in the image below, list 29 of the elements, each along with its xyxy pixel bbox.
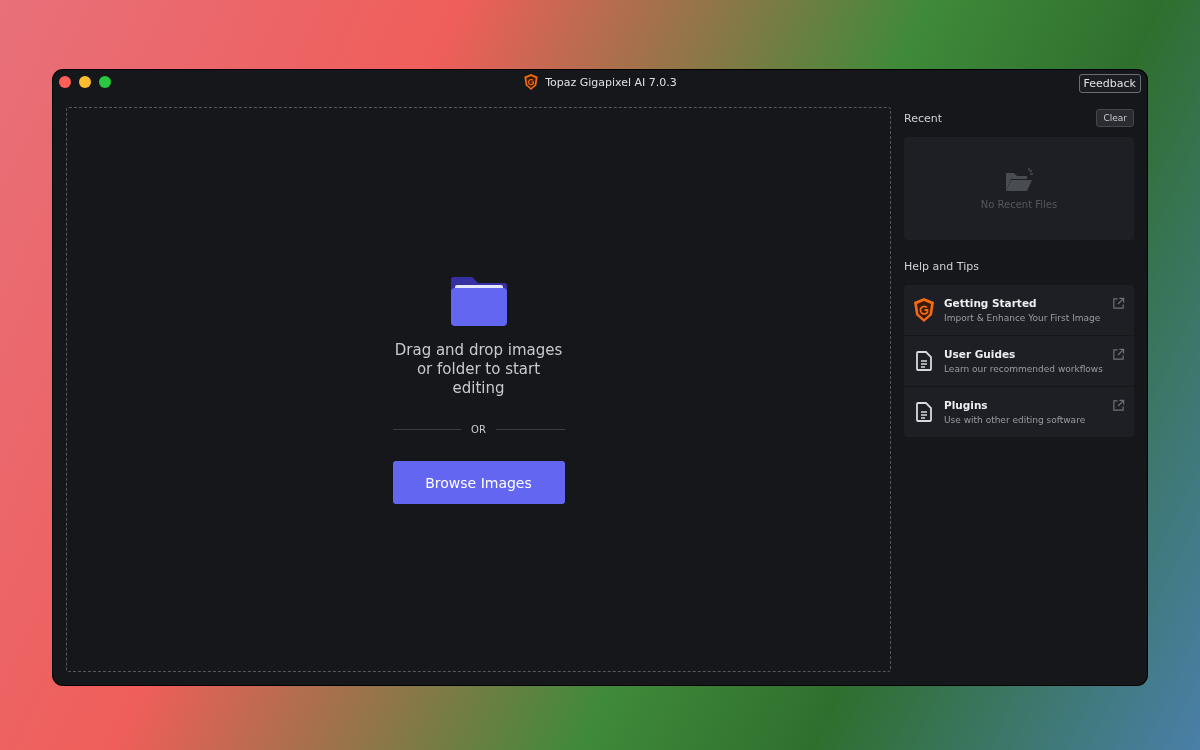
help-heading: Help and Tips bbox=[904, 260, 980, 273]
help-item[interactable]: Plugins Use with other editing software bbox=[904, 387, 1134, 437]
help-item[interactable]: User Guides Learn our recommended workflows bbox=[904, 336, 1134, 386]
feedback-button[interactable]: Feedback bbox=[1078, 73, 1141, 93]
minimize-button[interactable] bbox=[79, 76, 91, 88]
g-logo-icon bbox=[523, 73, 540, 91]
or-separator: OR bbox=[471, 424, 486, 435]
browse-images-button[interactable]: Browse Images bbox=[392, 461, 565, 504]
external-link-icon bbox=[1112, 399, 1125, 412]
external-link-icon bbox=[1112, 297, 1125, 310]
drop-zone[interactable]: Drag and drop images or folder to start editing OR Browse Images bbox=[66, 107, 891, 672]
help-item[interactable]: Getting Started Import & Enhance Your First Image bbox=[904, 285, 1134, 335]
help-item-subtitle: Import & Enhance Your First Image bbox=[944, 313, 1101, 323]
empty-state-text: No Recent Files bbox=[980, 199, 1058, 210]
help-item-title: Plugins bbox=[944, 399, 989, 411]
window-title: Topaz Gigapixel AI 7.0.3 bbox=[545, 75, 677, 89]
recent-heading: Recent bbox=[904, 111, 943, 125]
drop-instructions: Drag and drop images or folder to start editing bbox=[393, 341, 564, 398]
folder-icon bbox=[1004, 167, 1034, 193]
help-item-title: User Guides bbox=[944, 348, 1017, 360]
clear-button[interactable]: Clear bbox=[1096, 109, 1134, 127]
zoom-button[interactable] bbox=[99, 76, 111, 88]
help-item-subtitle: Learn our recommended workflows bbox=[944, 364, 1103, 374]
external-link-icon bbox=[1112, 348, 1125, 361]
g-logo-icon bbox=[912, 297, 936, 323]
close-button[interactable] bbox=[59, 76, 71, 88]
folder-icon bbox=[449, 275, 508, 327]
help-item-subtitle: Use with other editing software bbox=[944, 415, 1086, 425]
help-item-title: Getting Started bbox=[944, 297, 1038, 309]
